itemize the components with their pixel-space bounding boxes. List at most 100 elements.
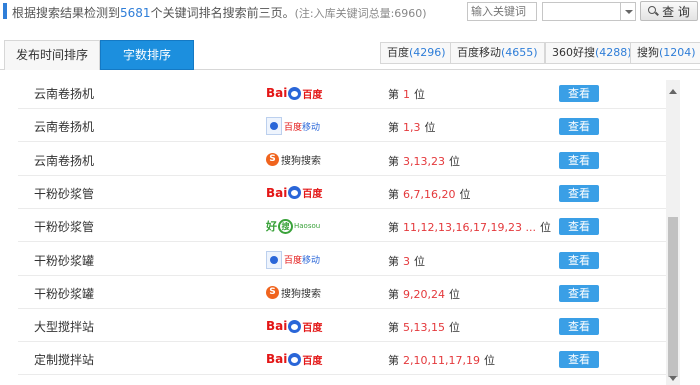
rank-text: 第 2,10,11,17,19 位 (388, 352, 495, 368)
sogou-icon: S (266, 286, 279, 300)
baidu-mobile-logo-text: 移动 (302, 256, 321, 266)
scroll-up-icon[interactable] (669, 89, 677, 94)
view-button[interactable]: 查看 (559, 184, 599, 202)
summary-text: 根据搜索结果检测到5681个关键词排名搜索前三页。(注:入库关键词总量:6960… (12, 4, 427, 21)
ranking-row: 干粉砂浆罐 S 搜狗搜索 第 9,20,24 位 查看 (18, 276, 668, 309)
rank-suffix: 位 (449, 154, 460, 168)
engine-logo-cell: S 搜狗搜索 (266, 284, 321, 302)
engine-tab-baidu-mobile[interactable]: 百度移动(4655) (450, 42, 545, 64)
paw-icon (288, 186, 302, 200)
view-button[interactable]: 查看 (559, 351, 599, 369)
keyword-text: 干粉砂浆管 (34, 186, 95, 201)
view-button[interactable]: 查看 (559, 118, 599, 136)
rank-positions: 9,20,24 (403, 287, 445, 301)
keyword-count: 5681 (120, 6, 151, 20)
baidu-mobile-logo: 百度 移动 (266, 250, 321, 269)
view-button[interactable]: 查看 (559, 251, 599, 269)
chevron-down-icon[interactable] (620, 3, 635, 20)
rank-positions: 1,3 (403, 121, 421, 135)
rank-prefix: 第 (388, 321, 399, 335)
rank-suffix: 位 (459, 187, 471, 201)
baidu-logo: Bai 百度 (266, 86, 322, 101)
baidu-logo-text: Bai (266, 86, 288, 100)
engine-tab-count: (1204) (659, 46, 696, 59)
engine-tab-sogou[interactable]: 搜狗(1204) (630, 42, 700, 64)
keyword-text: 干粉砂浆罐 (34, 253, 95, 268)
baidu-mobile-logo-text: 移动 (302, 122, 321, 133)
view-button[interactable]: 查看 (559, 218, 599, 236)
keyword-text: 定制搅拌站 (34, 353, 95, 368)
paw-icon (288, 352, 302, 366)
view-button[interactable]: 查看 (559, 151, 599, 169)
view-button[interactable]: 查看 (559, 318, 599, 336)
rank-suffix: 位 (449, 321, 460, 335)
summary-marker (3, 3, 7, 19)
keyword-text: 云南卷扬机 (34, 153, 95, 168)
keyword-text: 大型搅拌站 (34, 320, 95, 335)
baidu-logo: Bai 百度 (266, 185, 323, 201)
baidu-logo-text: 百度 (302, 355, 323, 367)
rank-positions: 1 (403, 88, 410, 101)
ranking-row: 干粉砂浆罐 百度 移动 第 3 位 查看 (18, 243, 668, 276)
engine-logo-cell: Bai 百度 (266, 84, 322, 102)
baidu-logo-text: 百度 (302, 189, 323, 201)
haosou-logo: 好搜 Haosou (266, 218, 320, 234)
tab-word-count[interactable]: 字数排序 (100, 40, 194, 70)
rank-text: 第 9,20,24 位 (388, 286, 460, 302)
rank-text: 第1位 (388, 86, 425, 102)
baidu-logo-text: 百度 (302, 322, 323, 334)
ranking-row: 大型搅拌站 Bai 百度 第 5,13,15 位 查看 (18, 309, 668, 343)
sogou-logo: S 搜狗搜索 (266, 285, 321, 300)
haosou-logo-text: 好 (266, 220, 277, 234)
rank-positions: 3,13,23 (403, 154, 445, 168)
rank-prefix: 第 (388, 187, 399, 201)
engine-logo-cell: Bai 百度 (266, 184, 322, 202)
keyword-text: 云南卷扬机 (34, 87, 95, 101)
haosou-icon: 搜 (278, 218, 293, 234)
rank-suffix: 位 (539, 221, 551, 235)
scrollbar[interactable] (666, 80, 680, 385)
rank-positions: 11,12,13,16,17,19,23 ... (403, 221, 536, 235)
rank-positions: 2,10,11,17,19 (403, 354, 480, 368)
paw-icon (288, 319, 302, 333)
ranking-row: 云南卷扬机 Bai 百度 第 1 位 查看 (18, 76, 668, 109)
rank-prefix: 第 (388, 354, 399, 368)
sort-tabs: 发布时间排序 字数排序 百度(4296) 百度移动(4655) 360好搜(42… (0, 40, 700, 70)
summary-bar: 根据搜索结果检测到5681个关键词排名搜索前三页。(注:入库关键词总量:6960… (0, 0, 700, 26)
view-button[interactable]: 查看 (559, 284, 599, 302)
engine-tab-count: (4288) (595, 46, 632, 59)
engine-logo-cell: Bai 百度 (266, 350, 322, 368)
rank-text: 第 6,7,16,20 位 (388, 186, 470, 202)
engine-select[interactable] (542, 2, 636, 21)
sogou-logo-text: 搜狗搜索 (281, 156, 321, 168)
engine-tab-count: (4655) (501, 46, 538, 59)
rank-positions: 5,13,15 (403, 321, 445, 335)
keyword-search-input[interactable] (467, 2, 537, 21)
summary-prefix: 根据搜索结果检测到 (12, 6, 121, 20)
scroll-thumb[interactable] (668, 217, 678, 377)
rank-prefix: 第 (388, 254, 399, 268)
sogou-icon: S (266, 153, 279, 167)
search-icon (648, 6, 658, 16)
paw-icon (266, 117, 282, 136)
baidu-mobile-logo-text: 百度 (284, 122, 303, 133)
haosou-logo-text: Haosou (294, 222, 321, 231)
search-button-label: 查 询 (662, 4, 690, 19)
baidu-mobile-logo-text: 百度 (284, 256, 303, 266)
scroll-down-icon[interactable] (669, 376, 677, 381)
engine-tab-360[interactable]: 360好搜(4288) (545, 42, 639, 64)
baidu-logo: Bai 百度 (266, 319, 322, 334)
view-button[interactable]: 查看 (559, 85, 599, 102)
rank-prefix: 第 (388, 287, 399, 301)
ranking-row: 干粉砂浆管 好搜 Haosou 第 11,12,13,16,17,19,23 ...… (18, 209, 668, 243)
search-button[interactable]: 查 询 (640, 1, 698, 21)
rank-positions: 3 (403, 254, 410, 268)
rank-text: 第 11,12,13,16,17,19,23 ... 位 (388, 219, 551, 235)
rank-prefix: 第 (388, 154, 399, 168)
paw-icon (266, 250, 282, 269)
engine-logo-cell: Bai 百度 (266, 317, 322, 335)
engine-tab-baidu[interactable]: 百度(4296) (380, 42, 453, 64)
engine-logo-cell: S 搜狗搜索 (266, 151, 321, 169)
tab-publish-time[interactable]: 发布时间排序 (4, 40, 100, 70)
baidu-logo-text: Bai (266, 319, 288, 334)
